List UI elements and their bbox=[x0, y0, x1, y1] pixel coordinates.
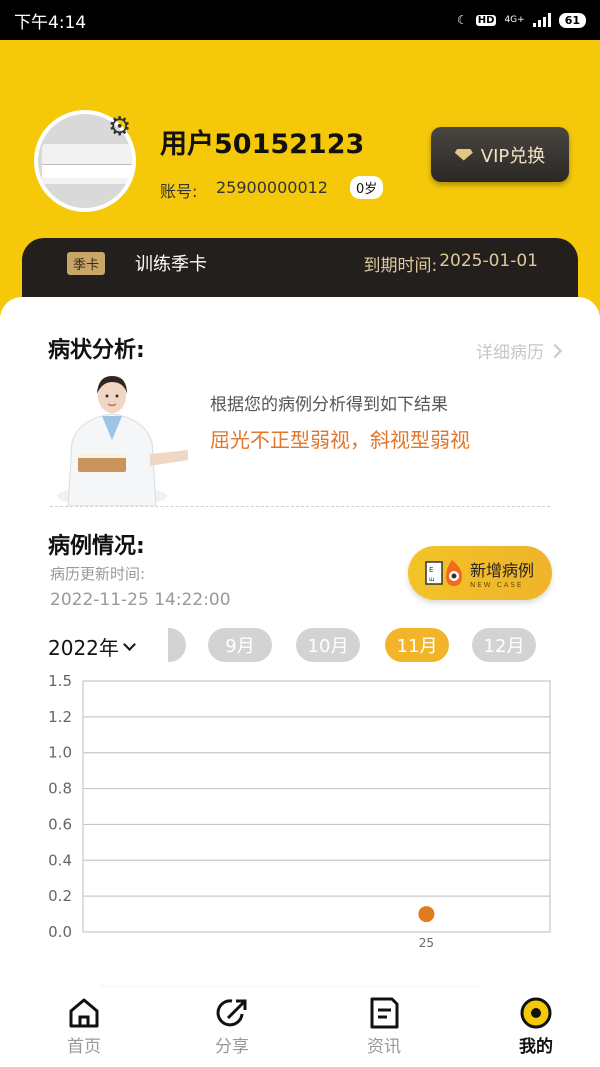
plan-name: 训练季卡 bbox=[135, 254, 208, 275]
y-tick-label: 0.2 bbox=[48, 887, 72, 905]
hd-badge: HD bbox=[475, 14, 497, 26]
diamond-icon bbox=[454, 148, 473, 161]
tab-mine[interactable]: 我的 bbox=[486, 990, 586, 1067]
network-type: 4G+ bbox=[504, 14, 525, 25]
year-selector[interactable]: 2022年 bbox=[48, 632, 136, 661]
vip-redeem-button[interactable]: VIP兑换 bbox=[431, 127, 569, 182]
settings-gear-icon[interactable]: ⚙ bbox=[108, 113, 136, 141]
svg-text:E: E bbox=[429, 566, 433, 574]
analysis-title: 病状分析: bbox=[48, 338, 145, 363]
age-badge: 0岁 bbox=[350, 176, 384, 199]
profile-icon bbox=[520, 997, 552, 1029]
y-tick-label: 0.0 bbox=[48, 923, 72, 941]
membership-bar[interactable]: 季卡 训练季卡 到期时间: 2025-01-01 bbox=[22, 238, 578, 300]
detail-record-link[interactable]: 详细病历 bbox=[476, 338, 563, 363]
home-icon bbox=[69, 998, 99, 1028]
analysis-result: 屈光不正型弱视，斜视型弱视 bbox=[210, 428, 470, 452]
expiry-date: 2025-01-01 bbox=[439, 250, 538, 271]
update-time: 2022-11-25 14:22:00 bbox=[50, 590, 231, 610]
analysis-description: 根据您的病例分析得到如下结果 bbox=[210, 395, 448, 415]
vip-redeem-label: VIP兑换 bbox=[480, 145, 546, 167]
month-pill[interactable]: 9月 bbox=[208, 628, 272, 662]
x-tick-label: 25 bbox=[419, 936, 434, 950]
battery-icon: 61 bbox=[558, 12, 586, 28]
account-number: 25900000012 bbox=[216, 178, 328, 197]
eye-chart-icon: E ш bbox=[425, 560, 462, 586]
year-label: 2022年 bbox=[48, 636, 119, 660]
tab-home-label: 首页 bbox=[67, 1037, 101, 1057]
status-icons: ☾ HD 4G+ 61 bbox=[457, 12, 586, 28]
status-bar: 下午4:14 ☾ HD 4G+ 61 bbox=[0, 0, 600, 40]
cases-title: 病例情况: bbox=[48, 534, 145, 559]
detail-record-label: 详细病历 bbox=[476, 343, 544, 363]
share-icon bbox=[216, 999, 247, 1027]
tab-share-label: 分享 bbox=[215, 1037, 249, 1057]
expiry-label: 到期时间: bbox=[363, 255, 438, 276]
chart-frame bbox=[82, 680, 551, 933]
month-pill[interactable]: 11月 bbox=[385, 628, 449, 662]
chevron-down-icon bbox=[123, 637, 136, 651]
doctor-illustration bbox=[57, 376, 188, 506]
tab-home[interactable]: 首页 bbox=[34, 990, 134, 1067]
y-tick-label: 0.6 bbox=[48, 815, 72, 833]
bottom-tab-bar: 首页 分享 资讯 我的 bbox=[0, 990, 600, 1067]
month-pill[interactable]: 12月 bbox=[472, 628, 536, 662]
moon-icon: ☾ bbox=[457, 13, 468, 27]
new-case-label: 新增病例 bbox=[470, 561, 535, 580]
tab-share[interactable]: 分享 bbox=[182, 990, 282, 1067]
y-tick-label: 0.8 bbox=[48, 780, 72, 798]
svg-text:ш: ш bbox=[429, 576, 435, 583]
username: 用户50152123 bbox=[160, 129, 365, 160]
y-tick-label: 1.2 bbox=[48, 708, 72, 726]
account-label: 账号: bbox=[160, 182, 198, 201]
new-case-sublabel: NEW CASE bbox=[470, 581, 524, 589]
y-tick-label: 0.4 bbox=[48, 851, 72, 869]
y-tick-label: 1.5 bbox=[48, 672, 72, 690]
tab-news-label: 资讯 bbox=[367, 1037, 401, 1057]
status-time: 下午4:14 bbox=[14, 12, 87, 33]
season-card-badge: 季卡 bbox=[67, 251, 106, 275]
chevron-right-icon bbox=[547, 343, 563, 358]
new-case-button[interactable]: E ш 新增病例 NEW CASE bbox=[408, 546, 552, 600]
expiry: 到期时间: 2025-01-01 bbox=[363, 251, 538, 276]
tab-mine-label: 我的 bbox=[519, 1037, 553, 1057]
section-divider bbox=[50, 506, 550, 507]
month-pill[interactable]: 10月 bbox=[296, 628, 360, 662]
tab-news[interactable]: 资讯 bbox=[334, 990, 434, 1067]
update-time-label: 病历更新时间: bbox=[50, 565, 146, 583]
data-point bbox=[418, 906, 435, 923]
news-icon bbox=[370, 997, 399, 1029]
case-chart: 0.0 0.2 0.4 0.6 0.8 1.0 1.2 1.5 25 bbox=[48, 672, 551, 950]
y-tick-label: 1.0 bbox=[48, 744, 72, 762]
signal-icon bbox=[532, 13, 551, 27]
